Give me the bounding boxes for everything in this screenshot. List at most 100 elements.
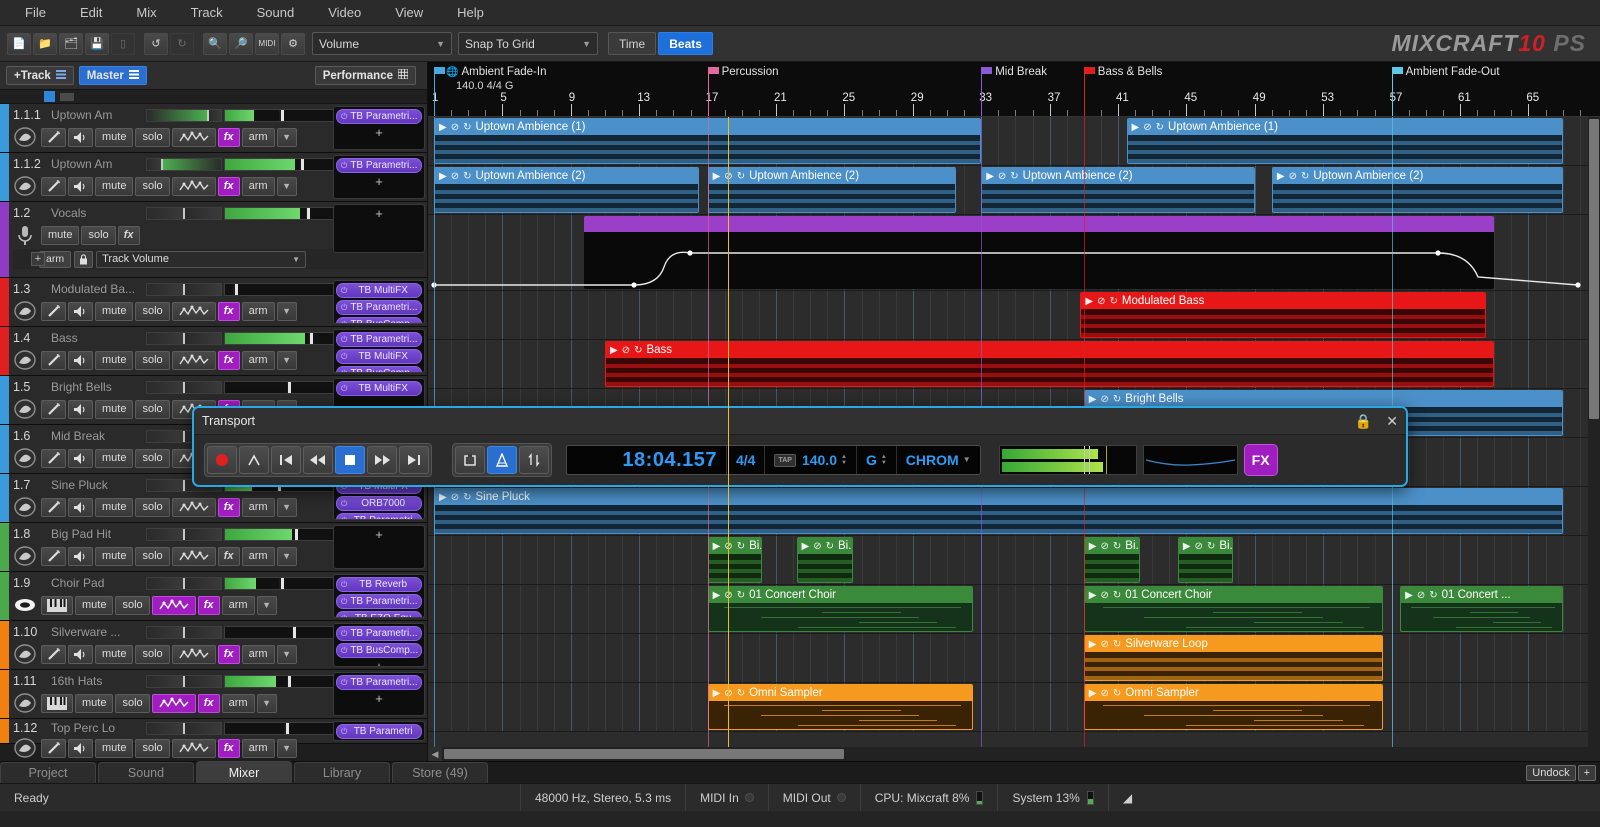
track-volume-meter[interactable] [224, 721, 347, 735]
circle-slash-icon[interactable]: ⊘ [1289, 171, 1297, 182]
track-name[interactable]: Big Pad Hit [51, 527, 146, 541]
power-icon[interactable]: ⏻ [341, 112, 347, 122]
menu-item-edit[interactable]: Edit [63, 2, 119, 23]
loop-icon[interactable]: ↻ [463, 171, 471, 182]
speaker-icon[interactable] [68, 301, 93, 321]
automation-curve-icon[interactable] [151, 693, 196, 713]
loop-icon[interactable]: ↻ [826, 541, 834, 552]
speaker-icon[interactable] [68, 127, 93, 147]
track-pan-slider[interactable] [146, 157, 222, 171]
track-lane[interactable]: ▶ ⊘ ↻ Sine Pluck [428, 487, 1600, 536]
play-triangle-icon[interactable]: ▶ [802, 541, 810, 552]
clip-header[interactable]: ▶⊘↻01 Concert Choir [708, 587, 972, 603]
effect-slot[interactable]: ⏻ TB Parametri... [336, 109, 422, 124]
speaker-icon[interactable] [68, 399, 93, 419]
copy-icon[interactable]: ▯ [111, 32, 135, 55]
effect-slot[interactable]: ⏻TB BusComp... [336, 366, 422, 372]
key-spinner[interactable]: ▲ ▼ [881, 454, 887, 466]
play-triangle-icon[interactable]: ▶ [713, 688, 721, 699]
midi-icon[interactable]: MIDI [255, 32, 279, 55]
audio-clip[interactable]: ▶ ⊘ ↻ 01 Concert ... [1400, 586, 1563, 632]
chevron-down-icon[interactable]: ▼ [276, 127, 297, 147]
audio-clip[interactable]: ▶ ⊘ ↻ Modulated Bass [1080, 292, 1486, 338]
play-triangle-icon[interactable]: ▶ [1089, 590, 1097, 601]
record-button[interactable] [207, 446, 237, 474]
close-icon[interactable]: ✕ [1386, 413, 1398, 430]
power-icon[interactable]: ⏻ [341, 629, 347, 639]
audio-wave-icon[interactable] [13, 691, 37, 715]
chevron-down-icon[interactable]: ▼ [256, 693, 277, 713]
play-triangle-icon[interactable]: ▶ [439, 492, 447, 503]
track-header-1.8[interactable]: 1.8 Big Pad Hit mute solo fx arm ▼ + [0, 523, 427, 572]
track-lane[interactable]: ▶ ⊘ ↻ Modulated Bass [428, 291, 1600, 340]
add-effect-button[interactable]: + [336, 126, 422, 140]
scroll-left-icon[interactable]: ◀ [428, 747, 442, 761]
go-to-start-button[interactable] [271, 446, 301, 474]
loop-icon[interactable]: ↻ [463, 492, 471, 503]
add-effect-button[interactable]: + [336, 692, 422, 706]
clip-header[interactable]: ▶ ⊘ ↻ Uptown Ambience (2) [982, 168, 1254, 184]
lock-icon[interactable] [74, 250, 94, 268]
master-fx-button[interactable]: FX [1243, 444, 1278, 476]
track-header-1.9[interactable]: 1.9 Choir Pad mute solo fx arm ▼ ⏻ TB Reverb ⏻ TB … [0, 572, 427, 621]
effect-slot[interactable]: ⏻TB Parametri [336, 513, 422, 519]
track-lane[interactable]: ▶⊘↻Omni Sampler▶⊘↻Omni Sampler [428, 683, 1600, 732]
clip-header[interactable]: ▶ ⊘ ↻ 01 Concert ... [1401, 587, 1562, 603]
open-recent-icon[interactable]: 🗂 [59, 32, 83, 55]
record-pencil-icon[interactable] [41, 399, 66, 419]
audio-wave-icon[interactable] [13, 348, 37, 372]
track-fx-button[interactable]: fx [197, 693, 220, 713]
track-arm-button[interactable]: arm [241, 546, 275, 566]
add-effect-button[interactable]: + [336, 660, 422, 667]
audio-clip[interactable]: ▶⊘↻Uptown Ambience (2) [707, 167, 956, 213]
circle-slash-icon[interactable]: ⊘ [1417, 590, 1425, 601]
power-icon[interactable]: ⏻ [341, 614, 347, 618]
track-mute-button[interactable]: mute [95, 350, 134, 370]
time-display[interactable]: 18:04.157 [567, 446, 727, 474]
piano-keyboard-icon[interactable] [41, 595, 73, 615]
power-icon[interactable]: ⏻ [341, 161, 347, 171]
audio-clip[interactable]: ▶ ⊘ ↻ Uptown Ambience (1) [1126, 118, 1563, 164]
effect-slot[interactable]: ⏻ TB Reverb [336, 577, 422, 592]
play-triangle-icon[interactable]: ▶ [986, 171, 994, 182]
clip-header[interactable]: ▶ ⊘ ↻ Bright Bells [1084, 391, 1562, 407]
audio-wave-icon[interactable] [13, 299, 37, 323]
track-header-1.1.2[interactable]: 1.1.2 Uptown Am mute solo fx arm ▼ ⏻ TB Parametr… [0, 153, 427, 202]
audio-clip[interactable]: ▶ ⊘ ↻ Bass [605, 341, 1495, 387]
track-solo-button[interactable]: solo [135, 497, 170, 517]
circle-slash-icon[interactable]: ⊘ [1097, 296, 1105, 307]
play-triangle-icon[interactable]: ▶ [713, 171, 721, 182]
loop-icon[interactable]: ↻ [1113, 394, 1121, 405]
track-mute-button[interactable]: mute [95, 127, 134, 147]
record-pencil-icon[interactable] [41, 350, 66, 370]
vertical-scroll-thumb[interactable] [1589, 119, 1599, 419]
bottom-tab-store[interactable]: Store (49) [392, 762, 488, 783]
menu-item-sound[interactable]: Sound [240, 2, 312, 23]
play-triangle-icon[interactable]: ▶ [713, 541, 721, 552]
track-mute-button[interactable]: mute [95, 644, 134, 664]
automation-curve-icon[interactable] [171, 497, 216, 517]
audio-wave-icon[interactable] [13, 495, 37, 519]
track-lane[interactable]: ▶⊘↻01 Concert Choir▶⊘↻01 Concert Choir▶⊘… [428, 585, 1600, 634]
audio-wave-icon[interactable] [13, 642, 37, 666]
track-solo-button[interactable]: solo [135, 738, 170, 758]
track-volume-meter[interactable] [224, 625, 347, 639]
play-triangle-icon[interactable]: ▶ [439, 171, 447, 182]
play-triangle-icon[interactable]: ▶ [1089, 394, 1097, 405]
tap-tempo-button[interactable]: TAP [774, 453, 796, 467]
track-arm-button[interactable]: arm [241, 301, 275, 321]
add-automation-button[interactable]: + [31, 252, 45, 266]
circle-slash-icon[interactable]: ⊘ [451, 171, 459, 182]
timeline-marker[interactable]: Bass & Bells [1083, 66, 1162, 78]
clip-header[interactable]: ▶ ⊘ ↻ Omni Sampler [1084, 685, 1383, 701]
loop-icon[interactable]: ↻ [1113, 590, 1121, 601]
track-name[interactable]: 16th Hats [51, 674, 146, 688]
track-name[interactable]: Uptown Am [51, 157, 146, 171]
vertical-scrollbar[interactable] [1588, 117, 1600, 747]
effect-slot[interactable]: ⏻ TB Parametri... [336, 675, 422, 690]
track-mute-button[interactable]: mute [95, 399, 134, 419]
menu-item-file[interactable]: File [8, 2, 63, 23]
track-name[interactable]: Choir Pad [51, 576, 146, 590]
track-mute-button[interactable]: mute [95, 738, 134, 758]
circle-slash-icon[interactable]: ⊘ [1195, 541, 1203, 552]
